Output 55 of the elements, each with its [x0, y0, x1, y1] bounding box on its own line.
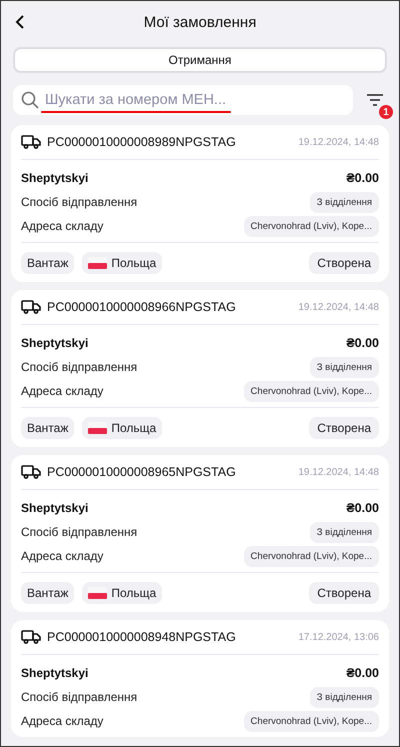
customer-name: Sheptytskyi [21, 336, 88, 350]
order-number: PC0000010000008965NPGSTAG [47, 465, 237, 479]
truck-icon [21, 465, 41, 479]
field-label: Спосіб відправлення [21, 690, 138, 704]
field-label: Адреса складу [21, 714, 104, 728]
field-label: Адреса складу [21, 384, 104, 398]
truck-icon [21, 630, 41, 644]
truck-icon [21, 135, 41, 149]
customer-name: Sheptytskyi [21, 666, 88, 680]
type-tag: Вантаж [21, 416, 74, 438]
filter-badge: 1 [379, 105, 393, 119]
truck-icon [21, 300, 41, 314]
field-value: Chervonohrad (Lviv), Kope... [244, 380, 379, 402]
order-card[interactable]: PC0000010000008948NPGSTAG 17.12.2024, 13:06 Sheptytskyi ₴0.00 Спосіб відправлення З відділення Адреса складу Chervonohrad (Lviv), Kope... [11, 620, 389, 737]
field-value: Chervonohrad (Lviv), Kope... [244, 710, 379, 732]
order-date: 19.12.2024, 14:48 [298, 302, 379, 312]
field-value: Chervonohrad (Lviv), Kope... [244, 546, 379, 566]
tab[interactable]: Отримання [15, 49, 385, 71]
country-name: Польща [111, 586, 156, 600]
order-number: PC0000010000008989NPGSTAG [47, 135, 237, 149]
field-value: З відділення [310, 356, 379, 378]
order-card[interactable]: PC0000010000008989NPGSTAG 19.12.2024, 14:48 Sheptytskyi ₴0.00 Спосіб відправлення З відділення Адреса складу Chervonohrad (Lviv), Kope... Вантаж Польща Створена [11, 125, 389, 282]
field-value: З відділення [310, 522, 379, 542]
type-tag: Вантаж [21, 252, 74, 274]
order-date: 19.12.2024, 14:48 [298, 466, 379, 478]
order-number: PC0000010000008948NPGSTAG [47, 630, 237, 644]
order-number: PC0000010000008966NPGSTAG [47, 300, 237, 314]
status-tag: Створена [309, 252, 379, 274]
field-label: Адреса складу [21, 549, 104, 563]
status-tag: Створена [309, 582, 379, 604]
order-date: 17.12.2024, 13:06 [298, 632, 379, 642]
field-value: З відділення [310, 686, 379, 708]
search-field[interactable]: Шукати за номером МЕН... [13, 85, 353, 115]
customer-name: Sheptytskyi [21, 171, 88, 185]
page-title: Мої замовлення [142, 14, 258, 30]
order-card[interactable]: PC0000010000008966NPGSTAG 19.12.2024, 14:48 Sheptytskyi ₴0.00 Спосіб відправлення З відділення Адреса складу Chervonohrad (Lviv), Kope... Вантаж Польща Створена [11, 290, 389, 447]
order-amount: ₴0.00 [346, 666, 379, 680]
field-label: Спосіб відправлення [21, 360, 138, 374]
country-name: Польща [111, 256, 156, 270]
order-card[interactable]: PC0000010000008965NPGSTAG 19.12.2024, 14:48 Sheptytskyi ₴0.00 Спосіб відправлення З відділення Адреса складу Chervonohrad (Lviv), Kope... Вантаж Польща Створена [11, 455, 389, 612]
field-value: Chervonohrad (Lviv), Kope... [244, 216, 379, 236]
order-date: 19.12.2024, 14:48 [298, 136, 379, 148]
order-amount: ₴0.00 [346, 171, 379, 185]
country-name: Польща [111, 420, 156, 434]
order-amount: ₴0.00 [346, 501, 379, 515]
search-icon [21, 91, 39, 109]
field-label: Спосіб відправлення [21, 195, 138, 209]
customer-name: Sheptytskyi [21, 501, 88, 515]
field-label: Адреса складу [21, 219, 104, 233]
filter-icon [366, 93, 384, 107]
status-tag: Створена [309, 416, 379, 438]
field-label: Спосіб відправлення [21, 525, 138, 539]
type-tag: Вантаж [21, 582, 74, 604]
field-value: З відділення [310, 192, 379, 212]
order-amount: ₴0.00 [346, 336, 379, 350]
